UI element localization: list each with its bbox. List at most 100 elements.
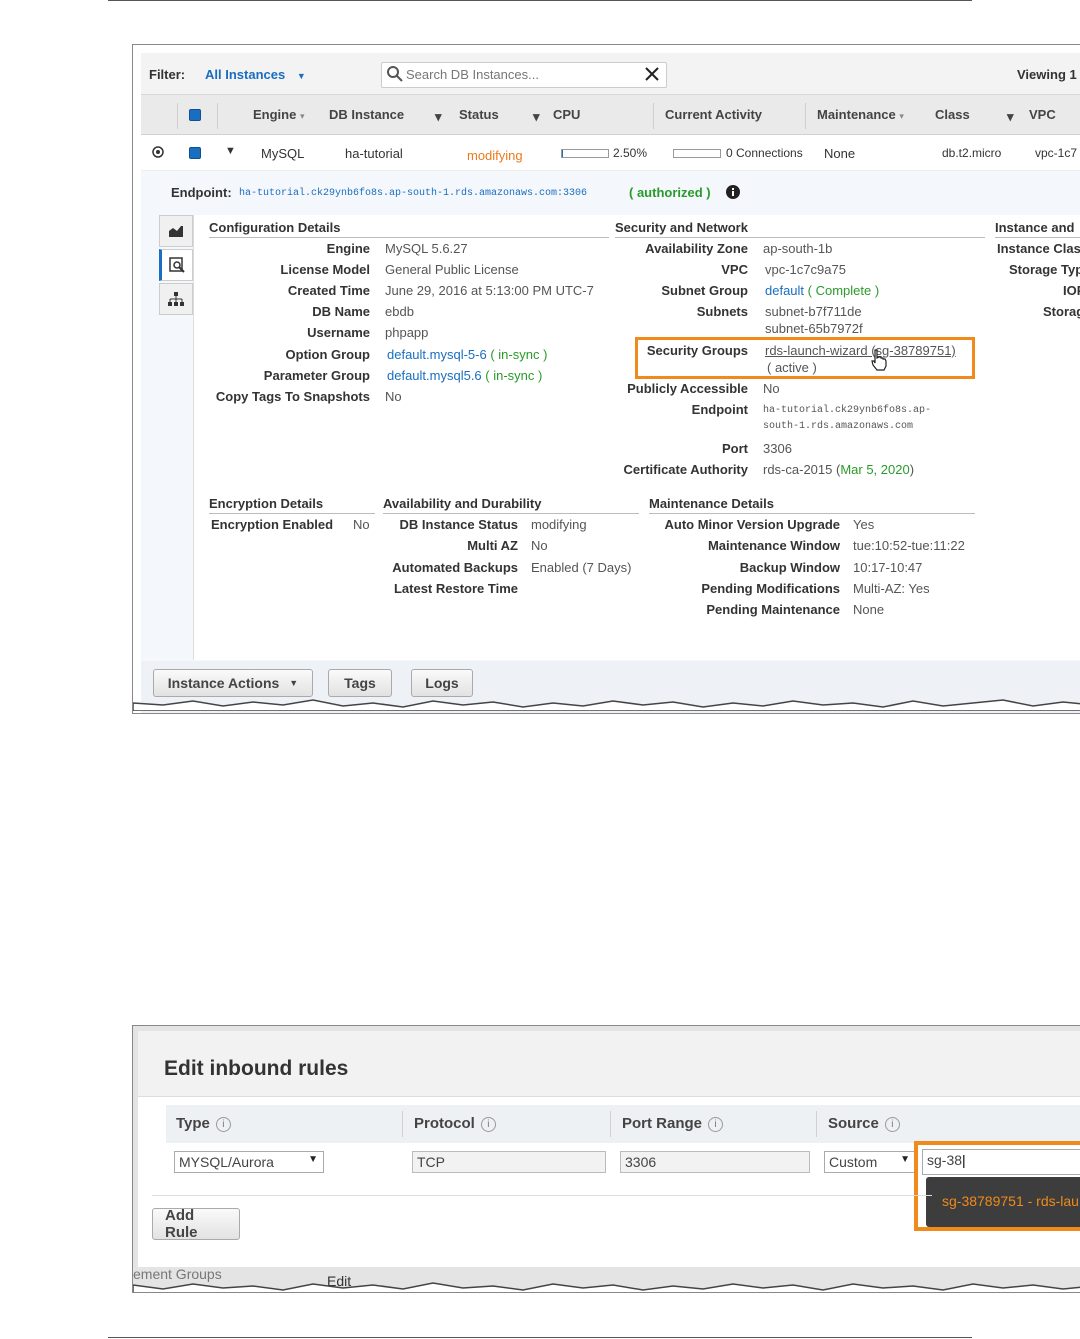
instance-actions-label: Instance Actions xyxy=(167,675,280,691)
sec-sg-key: Security Groups xyxy=(646,343,748,358)
row-checkbox[interactable] xyxy=(189,147,201,159)
maint-backup-key: Backup Window xyxy=(739,560,840,575)
security-network-heading: Security and Network xyxy=(615,220,985,238)
row-cpu: 2.50% xyxy=(613,146,648,160)
avail-status-key: DB Instance Status xyxy=(399,517,518,532)
col-class[interactable]: Class xyxy=(935,107,970,122)
config-created-value: June 29, 2016 at 5:13:00 PM UTC-7 xyxy=(385,283,594,298)
edit-inbound-rules-dialog: Edit inbound rules Type i Protocol i Port … xyxy=(138,1031,1080,1267)
sec-port-value: 3306 xyxy=(763,441,792,456)
edit-inbound-rules-screenshot: Edit inbound rules Type i Protocol i Port … xyxy=(132,1025,1080,1293)
col-vpc[interactable]: VPC xyxy=(1029,107,1056,122)
security-group-status: ( active ) xyxy=(767,360,817,375)
col-engine[interactable]: Engine ▾ xyxy=(253,107,305,122)
type-value: MYSQL/Aurora xyxy=(179,1154,274,1170)
col-db-instance[interactable]: DB Instance xyxy=(329,107,404,122)
row-maintenance: None xyxy=(824,146,856,161)
header-source: Source i xyxy=(828,1115,900,1132)
sec-endpoint-key: Endpoint xyxy=(691,402,748,417)
sec-endpoint-line2[interactable]: south-1.rds.amazonaws.com xyxy=(763,421,913,432)
sec-public-key: Publicly Accessible xyxy=(627,381,748,396)
hand-cursor-icon xyxy=(869,349,889,376)
subnet-group-link[interactable]: default xyxy=(765,283,804,298)
logs-button[interactable]: Logs xyxy=(411,669,473,697)
row-vpc: vpc-1c7 xyxy=(1035,146,1078,160)
table-header: Engine ▾ DB Instance ▾ Status ▾ CPU Curr… xyxy=(141,95,1080,135)
avail-backups-value: Enabled (7 Days) xyxy=(531,560,632,575)
col-maintenance[interactable]: Maintenance ▾ xyxy=(817,107,904,122)
cpu-bar xyxy=(561,149,609,158)
param-group-link[interactable]: default.mysql5.6 xyxy=(387,368,482,383)
type-select[interactable]: MYSQL/Aurora ▼ xyxy=(174,1151,324,1173)
add-rule-button[interactable]: Add Rule xyxy=(152,1207,240,1241)
col-current-activity[interactable]: Current Activity xyxy=(665,107,762,122)
subnet-group-status: ( Complete ) xyxy=(807,283,880,298)
source-mode-value: Custom xyxy=(829,1154,878,1170)
table-row[interactable]: ▼ MySQL ha-tutorial modifying 2.50% 0 Co… xyxy=(141,135,1080,171)
rules-header: Type i Protocol i Port Range i Source i xyxy=(166,1105,1080,1143)
chevron-down-icon: ▼ xyxy=(289,678,299,688)
storage-key: Storag xyxy=(1043,304,1080,319)
close-icon[interactable] xyxy=(644,64,660,89)
config-username-key: Username xyxy=(307,325,370,340)
details-magnifier-icon[interactable] xyxy=(159,249,193,281)
col-cpu[interactable]: CPU xyxy=(553,107,580,122)
select-all-checkbox[interactable] xyxy=(189,109,201,121)
info-icon[interactable]: i xyxy=(215,1117,231,1132)
sec-public-value: No xyxy=(763,381,780,396)
chevron-down-icon: ▼ xyxy=(900,1154,910,1165)
search-db-instances-input[interactable]: Search DB Instances... xyxy=(381,62,667,88)
security-group-link[interactable]: rds-launch-wizard (sg-38789751) xyxy=(765,343,956,358)
search-icon xyxy=(386,65,404,88)
sec-az-value: ap-south-1b xyxy=(763,241,833,256)
info-icon[interactable] xyxy=(725,184,741,205)
tags-button[interactable]: Tags xyxy=(328,669,392,697)
row-instance: ha-tutorial xyxy=(345,146,403,161)
header-port-range: Port Range i xyxy=(622,1115,724,1132)
source-input[interactable]: sg-38| xyxy=(922,1149,1080,1175)
col-status[interactable]: Status xyxy=(459,107,499,122)
option-group-link[interactable]: default.mysql-5-6 xyxy=(387,347,487,362)
config-dbname-key: DB Name xyxy=(312,304,370,319)
maint-pmaint-value: None xyxy=(853,602,885,617)
hierarchy-icon[interactable] xyxy=(159,283,193,315)
endpoint-value[interactable]: ha-tutorial.ck29ynb6fo8s.ap-south-1.rds.… xyxy=(239,188,587,199)
source-mode-select[interactable]: Custom ▼ xyxy=(824,1151,916,1173)
instance-actions-button[interactable]: Instance Actions ▼ xyxy=(153,669,313,697)
rds-instances-screenshot: Filter: All Instances ▼ Search DB Instan… xyxy=(132,44,1080,714)
filter-dropdown[interactable]: All Instances ▼ xyxy=(205,67,306,82)
divider xyxy=(152,1195,932,1196)
avail-multiaz-key: Multi AZ xyxy=(467,538,518,553)
source-suggestion-dropdown[interactable]: sg-38789751 - rds-lau xyxy=(926,1177,1080,1227)
sec-cert-key: Certificate Authority xyxy=(623,462,748,477)
text-cursor: | xyxy=(962,1152,966,1168)
torn-edge xyxy=(133,1282,1080,1292)
suggestion-item[interactable]: sg-38789751 - rds-lau xyxy=(942,1193,1079,1209)
maint-minor-key: Auto Minor Version Upgrade xyxy=(664,517,840,532)
param-group-sync: ( in-sync ) xyxy=(485,368,543,383)
maint-window-key: Maintenance Window xyxy=(707,538,840,553)
maint-backup-value: 10:17-10:47 xyxy=(853,560,923,575)
monitoring-chart-icon[interactable] xyxy=(159,215,193,247)
config-engine-value: MySQL 5.6.27 xyxy=(385,241,468,256)
sec-endpoint-line1[interactable]: ha-tutorial.ck29ynb6fo8s.ap- xyxy=(763,405,931,416)
filter-label: Filter: xyxy=(149,67,186,82)
sec-subnetgroup-value: default ( Complete ) xyxy=(765,283,879,298)
info-icon[interactable]: i xyxy=(708,1117,724,1132)
info-icon[interactable]: i xyxy=(480,1117,496,1132)
encryption-heading: Encryption Details xyxy=(209,496,375,514)
subnet-link-1[interactable]: subnet-b7f711de xyxy=(765,304,862,319)
info-icon[interactable]: i xyxy=(884,1117,900,1132)
radio-icon[interactable] xyxy=(151,145,165,162)
avail-backups-key: Automated Backups xyxy=(392,560,518,575)
filter-value: All Instances xyxy=(205,67,286,82)
details-content xyxy=(193,215,1080,660)
subnet-link-2[interactable]: subnet-65b7972f xyxy=(765,321,863,336)
sec-vpc-link[interactable]: vpc-1c7c9a75 xyxy=(765,262,846,277)
expand-caret-icon[interactable]: ▼ xyxy=(225,145,236,157)
detail-tab-strip xyxy=(159,215,193,655)
config-username-value: phpapp xyxy=(385,325,429,340)
avail-restore-key: Latest Restore Time xyxy=(393,581,518,596)
row-activity: 0 Connections xyxy=(726,146,803,160)
port-range-field: 3306 xyxy=(620,1151,810,1173)
